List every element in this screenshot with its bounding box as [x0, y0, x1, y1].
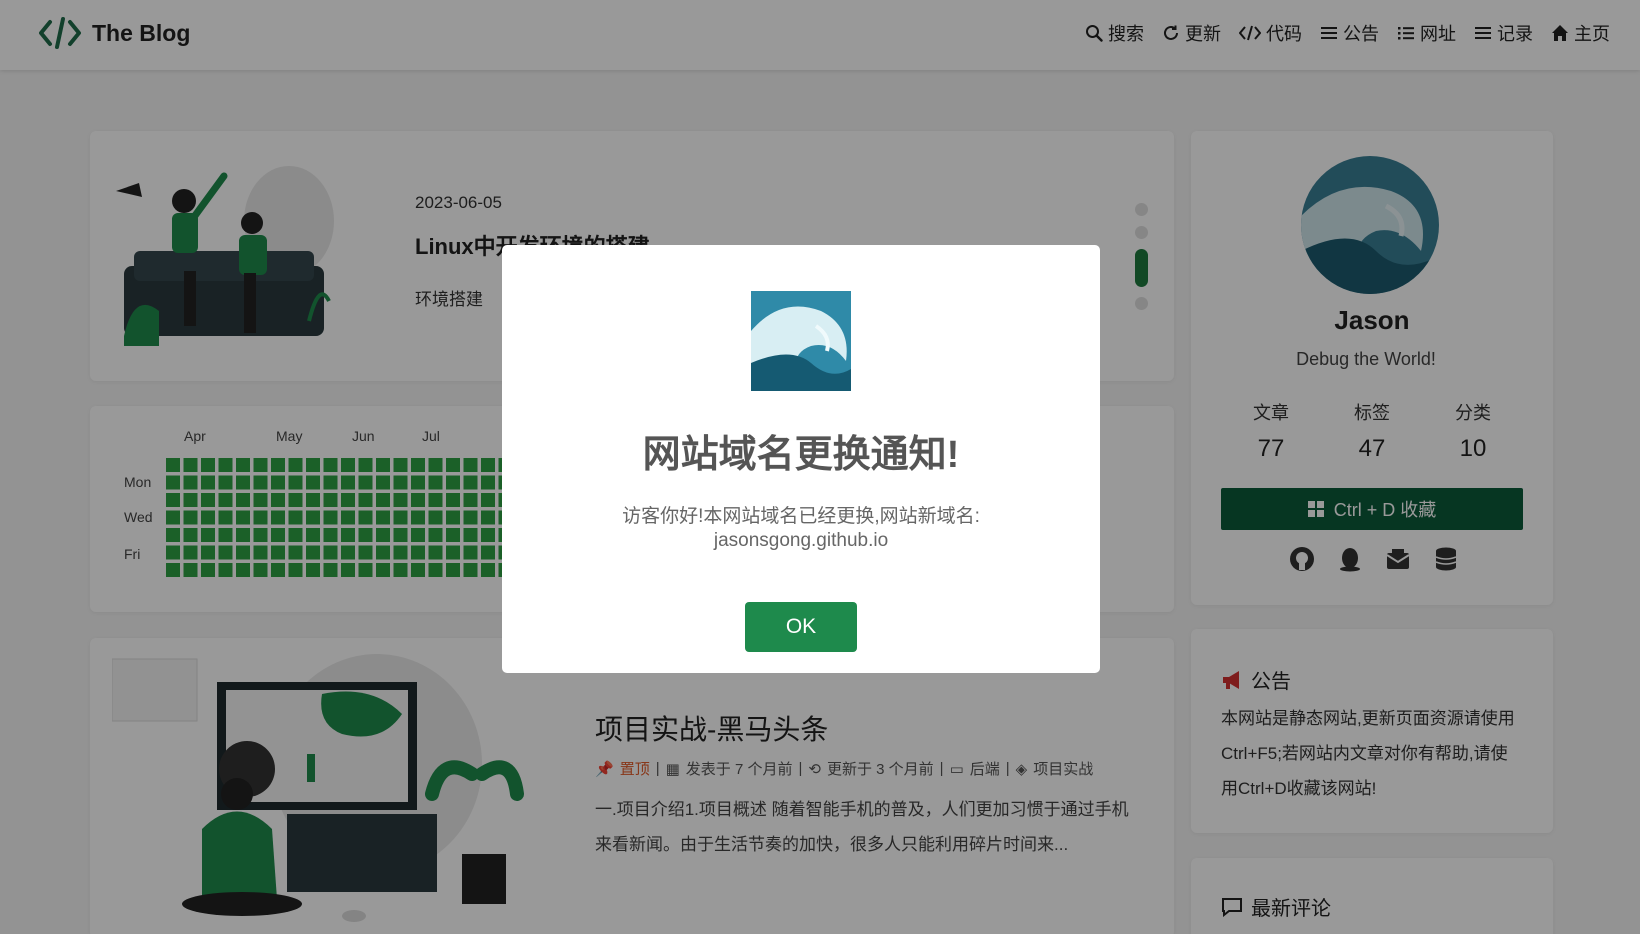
wave-image: [751, 291, 851, 391]
dialog-message: 访客你好!本网站域名已经更换,网站新域名: jasonsgong.github.…: [502, 505, 1100, 553]
ok-button[interactable]: OK: [745, 602, 857, 652]
dialog-message-line: 访客你好!本网站域名已经更换,网站新域名:: [622, 506, 980, 527]
domain-change-dialog: 网站域名更换通知! 访客你好!本网站域名已经更换,网站新域名: jasonsgo…: [502, 245, 1100, 673]
dialog-title: 网站域名更换通知!: [642, 434, 960, 476]
dialog-domain: jasonsgong.github.io: [713, 530, 889, 551]
